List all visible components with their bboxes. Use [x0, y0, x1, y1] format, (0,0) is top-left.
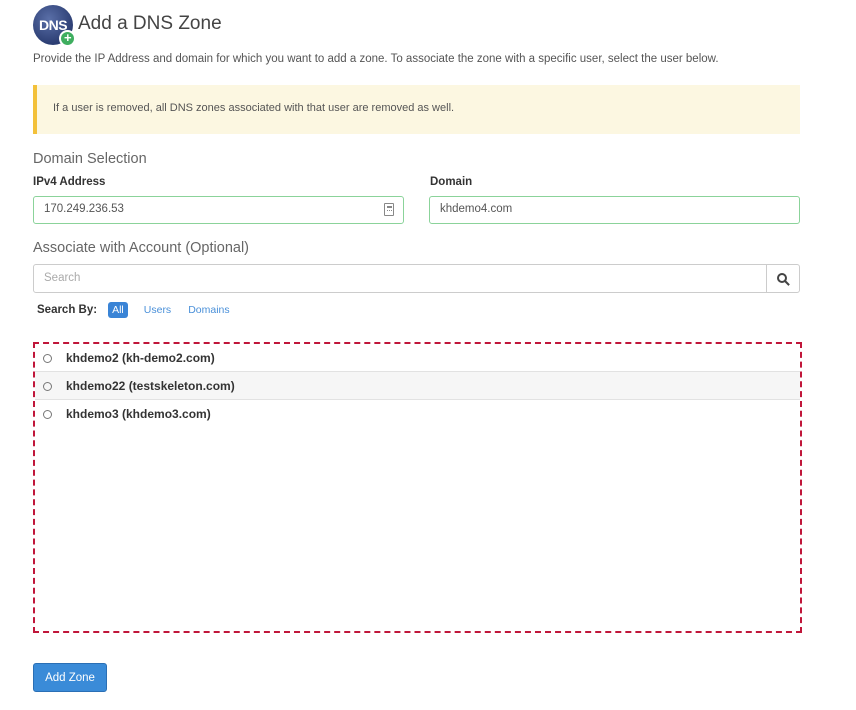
- search-button[interactable]: [766, 265, 799, 292]
- search-by-label: Search By:: [37, 304, 98, 316]
- search-icon: [777, 272, 787, 283]
- search-by-filter: Search By: All Users Domains: [37, 302, 247, 318]
- account-row[interactable]: khdemo2 (kh-demo2.com): [35, 344, 800, 372]
- warning-alert: If a user is removed, all DNS zones asso…: [33, 85, 800, 134]
- search-by-users[interactable]: Users: [144, 304, 171, 316]
- alert-text: If a user is removed, all DNS zones asso…: [53, 102, 455, 114]
- ipv4-address-input[interactable]: 170.249.236.53: [33, 196, 404, 224]
- account-search: Search: [33, 264, 800, 293]
- ipv4-value: 170.249.236.53: [44, 203, 124, 215]
- domain-label: Domain: [430, 176, 473, 188]
- add-zone-button[interactable]: Add Zone: [33, 663, 107, 692]
- ip-list-icon[interactable]: [384, 203, 394, 216]
- page-title: Add a DNS Zone: [78, 13, 222, 34]
- account-label: khdemo2 (kh-demo2.com): [66, 350, 215, 365]
- account-radio[interactable]: [43, 353, 52, 363]
- search-input[interactable]: Search: [34, 265, 766, 292]
- account-label: khdemo22 (testskeleton.com): [66, 378, 235, 393]
- search-by-domains[interactable]: Domains: [188, 304, 229, 316]
- intro-text: Provide the IP Address and domain for wh…: [33, 53, 719, 65]
- account-radio[interactable]: [43, 381, 52, 391]
- account-row[interactable]: khdemo22 (testskeleton.com): [35, 372, 800, 400]
- dns-zone-logo-icon: DNS +: [33, 5, 76, 47]
- domain-selection-heading: Domain Selection: [33, 151, 147, 167]
- domain-input[interactable]: khdemo4.com: [429, 196, 800, 224]
- page-header: DNS + Add a DNS Zone: [33, 5, 222, 47]
- domain-value: khdemo4.com: [440, 203, 513, 215]
- account-row[interactable]: khdemo3 (khdemo3.com): [35, 400, 800, 428]
- account-label: khdemo3 (khdemo3.com): [66, 407, 211, 421]
- search-by-all[interactable]: All: [108, 302, 128, 318]
- ipv4-label: IPv4 Address: [33, 176, 106, 188]
- account-radio[interactable]: [43, 410, 52, 419]
- associate-account-heading: Associate with Account (Optional): [33, 240, 249, 256]
- plus-icon: +: [59, 30, 76, 47]
- account-list: khdemo2 (kh-demo2.com) khdemo22 (testske…: [33, 342, 802, 633]
